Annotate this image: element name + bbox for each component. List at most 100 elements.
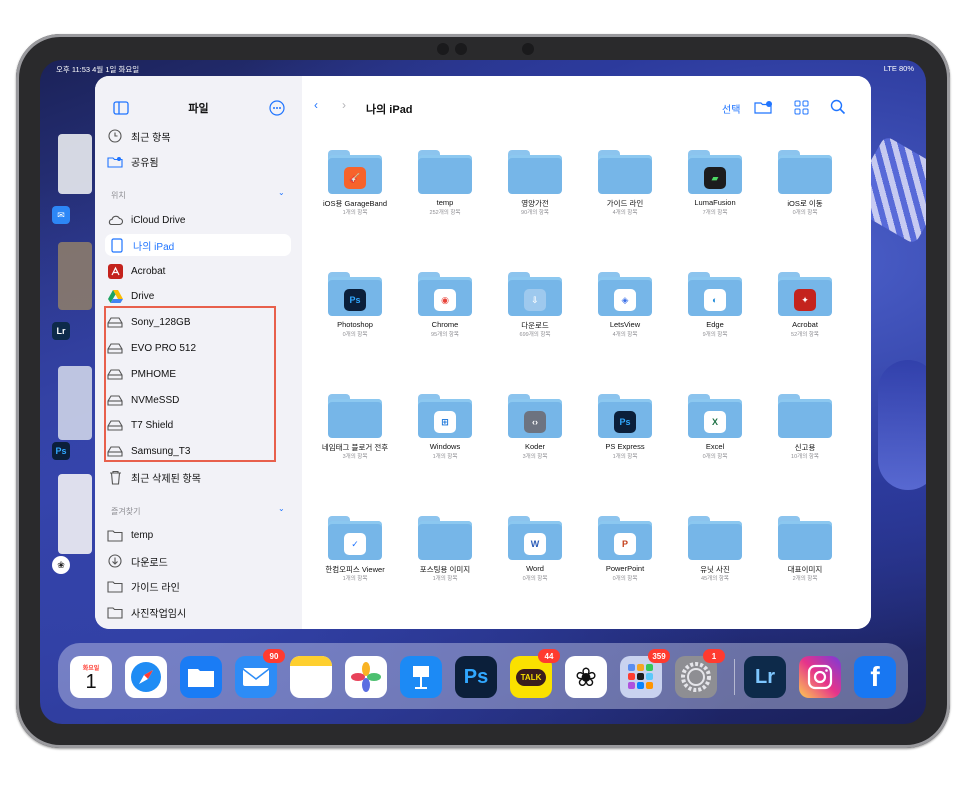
folder-item[interactable]: Ps Photoshop 0개의 항목 — [310, 272, 400, 338]
folder-name: temp — [436, 198, 454, 207]
sidebar-item-label: 공유됨 — [131, 157, 159, 169]
folder-item[interactable]: 유닛 사진 45개의 항목 — [670, 516, 760, 582]
status-battery: LTE 80% — [883, 64, 914, 73]
folder-name: Word — [526, 564, 544, 573]
dock: 화요일 1 90 Ps TALK 44 ❀ 359 1 Lr f — [58, 643, 908, 709]
folder-item[interactable]: 가이드 라인 4개의 항목 — [580, 150, 670, 216]
folder-item[interactable]: 신고용 10개의 항목 — [760, 394, 850, 460]
folder-item[interactable]: iOS로 이동 0개의 항목 — [760, 150, 850, 216]
folder-item[interactable]: ⊞ Windows 1개의 항목 — [400, 394, 490, 460]
folder-name: Photoshop — [337, 320, 373, 329]
folder-item[interactable]: Ps PS Express 1개의 항목 — [580, 394, 670, 460]
google-drive-icon — [107, 288, 123, 304]
dock-app-instagram[interactable] — [799, 656, 841, 698]
folder-name: Koder — [524, 442, 545, 451]
dock-app-facebook[interactable]: f — [854, 656, 896, 698]
folder-item[interactable]: ◐ Edge 9개의 항목 — [670, 272, 760, 338]
folder-count: 90개의 항목 — [521, 210, 549, 216]
sidebar-item-label: Drive — [131, 290, 155, 302]
clock-icon — [107, 128, 123, 144]
sidebar-item-recents[interactable]: 최근 항목 — [107, 125, 289, 147]
folder-icon: X — [688, 394, 742, 438]
photoshop-icon[interactable]: Ps — [52, 442, 70, 460]
app-preview[interactable] — [58, 366, 92, 440]
folder-name: Excel — [705, 442, 725, 451]
dock-app-notes[interactable] — [290, 656, 332, 698]
folder-icon — [778, 516, 832, 560]
folder-name: PowerPoint — [605, 564, 645, 573]
mail-badge: 90 — [263, 649, 285, 663]
calendar-date: 1 — [85, 670, 97, 693]
folder-item[interactable]: ‹› Koder 3개의 항목 — [490, 394, 580, 460]
folder-item[interactable]: ◈ LetsView 4개의 항목 — [580, 272, 670, 338]
folder-item[interactable]: ✦ Acrobat 52개의 항목 — [760, 272, 850, 338]
lumafusion-badge-icon: ▰ — [704, 167, 726, 189]
folder-count: 95개의 항목 — [431, 332, 459, 338]
dock-app-files[interactable] — [180, 656, 222, 698]
folder-item[interactable]: ◉ Chrome 95개의 항목 — [400, 272, 490, 338]
folder-icon: Ps — [328, 272, 382, 316]
folder-item[interactable]: 영양가전 90개의 항목 — [490, 150, 580, 216]
camera-dot — [437, 43, 449, 55]
sidebar-item-temp[interactable]: temp — [107, 524, 289, 546]
search-icon[interactable] — [830, 99, 846, 115]
folder-item[interactable]: P PowerPoint 0개의 항목 — [580, 516, 670, 582]
app-preview[interactable] — [58, 134, 92, 194]
folder-icon: P — [598, 516, 652, 560]
dock-app-settings[interactable]: 1 — [675, 649, 725, 698]
folder-count: 4개의 항목 — [612, 332, 638, 338]
folder-name: Edge — [706, 320, 724, 329]
folder-item[interactable]: temp 252개의 항목 — [400, 150, 490, 216]
sidebar-item-downloads[interactable]: 다운로드 — [107, 550, 289, 572]
folder-item[interactable]: W Word 0개의 항목 — [490, 516, 580, 582]
dock-app-calendar[interactable]: 화요일 1 — [70, 656, 112, 698]
folder-icon — [328, 394, 382, 438]
sidebar-item-photo-temp[interactable]: 사진작업임시 — [107, 601, 289, 623]
folder-item[interactable]: 🎸 iOS용 GarageBand 1개의 항목 — [310, 150, 400, 216]
acrobat-badge-icon: ✦ — [794, 289, 816, 311]
sidebar-item-shared[interactable]: 공유됨 — [107, 150, 289, 172]
locations-section-label: 위치 — [111, 191, 126, 200]
folder-item[interactable]: 네임태그 블로거 전후 3개의 항목 — [310, 394, 400, 460]
folder-item[interactable]: ⇩ 다운로드 699개의 항목 — [490, 272, 580, 338]
more-options-icon[interactable] — [269, 100, 285, 116]
app-preview[interactable] — [58, 242, 92, 310]
lightroom-icon[interactable]: Lr — [52, 322, 70, 340]
dock-app-lightroom[interactable]: Lr — [744, 656, 786, 698]
folder-item[interactable]: X Excel 0개의 항목 — [670, 394, 760, 460]
favorites-section-label: 즐겨찾기 — [111, 507, 141, 516]
dock-app-folder[interactable]: 359 — [620, 649, 670, 698]
dock-app-kakaotalk[interactable]: TALK 44 — [510, 649, 560, 698]
chevron-down-icon[interactable]: ⌄ — [278, 188, 285, 197]
dock-app-photos[interactable] — [345, 656, 387, 698]
folder-item[interactable]: 대표이미지 2개의 항목 — [760, 516, 850, 582]
folder-icon — [107, 604, 123, 620]
sidebar-item-my-ipad[interactable]: 나의 iPad — [105, 234, 291, 256]
sidebar-item-recently-deleted[interactable]: 최근 삭제된 항목 — [107, 466, 289, 488]
sidebar-item-label: 최근 항목 — [131, 132, 171, 144]
new-folder-icon[interactable] — [754, 100, 774, 115]
folder-item[interactable]: ▰ LumaFusion 7개의 항목 — [670, 150, 760, 216]
grid-view-icon[interactable] — [794, 100, 809, 115]
chevron-down-icon[interactable]: ⌄ — [278, 504, 285, 513]
chatgpt-icon[interactable]: ❀ — [52, 556, 70, 574]
folder-icon: Ps — [598, 394, 652, 438]
sidebar-item-icloud-drive[interactable]: iCloud Drive — [107, 209, 289, 231]
dock-app-keynote[interactable] — [400, 656, 442, 698]
shared-folder-icon — [107, 153, 123, 169]
dock-app-safari[interactable] — [125, 656, 167, 698]
sidebar-item-drive[interactable]: Drive — [107, 285, 289, 307]
dock-app-chatgpt[interactable]: ❀ — [565, 656, 607, 698]
folder-item[interactable]: ✓ 한컴오피스 Viewer 1개의 항목 — [310, 516, 400, 582]
dock-app-photoshop[interactable]: Ps — [455, 656, 497, 698]
select-button[interactable]: 선택 — [722, 101, 740, 116]
folder-item[interactable]: 포스팅용 이미지 1개의 항목 — [400, 516, 490, 582]
dock-app-mail[interactable]: 90 — [235, 649, 285, 698]
app-preview[interactable] — [58, 474, 92, 554]
app-folder-icon — [628, 664, 653, 689]
sidebar-item-guideline[interactable]: 가이드 라인 — [107, 575, 289, 597]
sidebar-item-acrobat[interactable]: Acrobat — [107, 260, 289, 282]
back-chevron-icon[interactable]: ‹ — [314, 98, 318, 112]
mail-icon[interactable]: ✉ — [52, 206, 70, 224]
forward-chevron-icon[interactable]: › — [342, 98, 346, 112]
